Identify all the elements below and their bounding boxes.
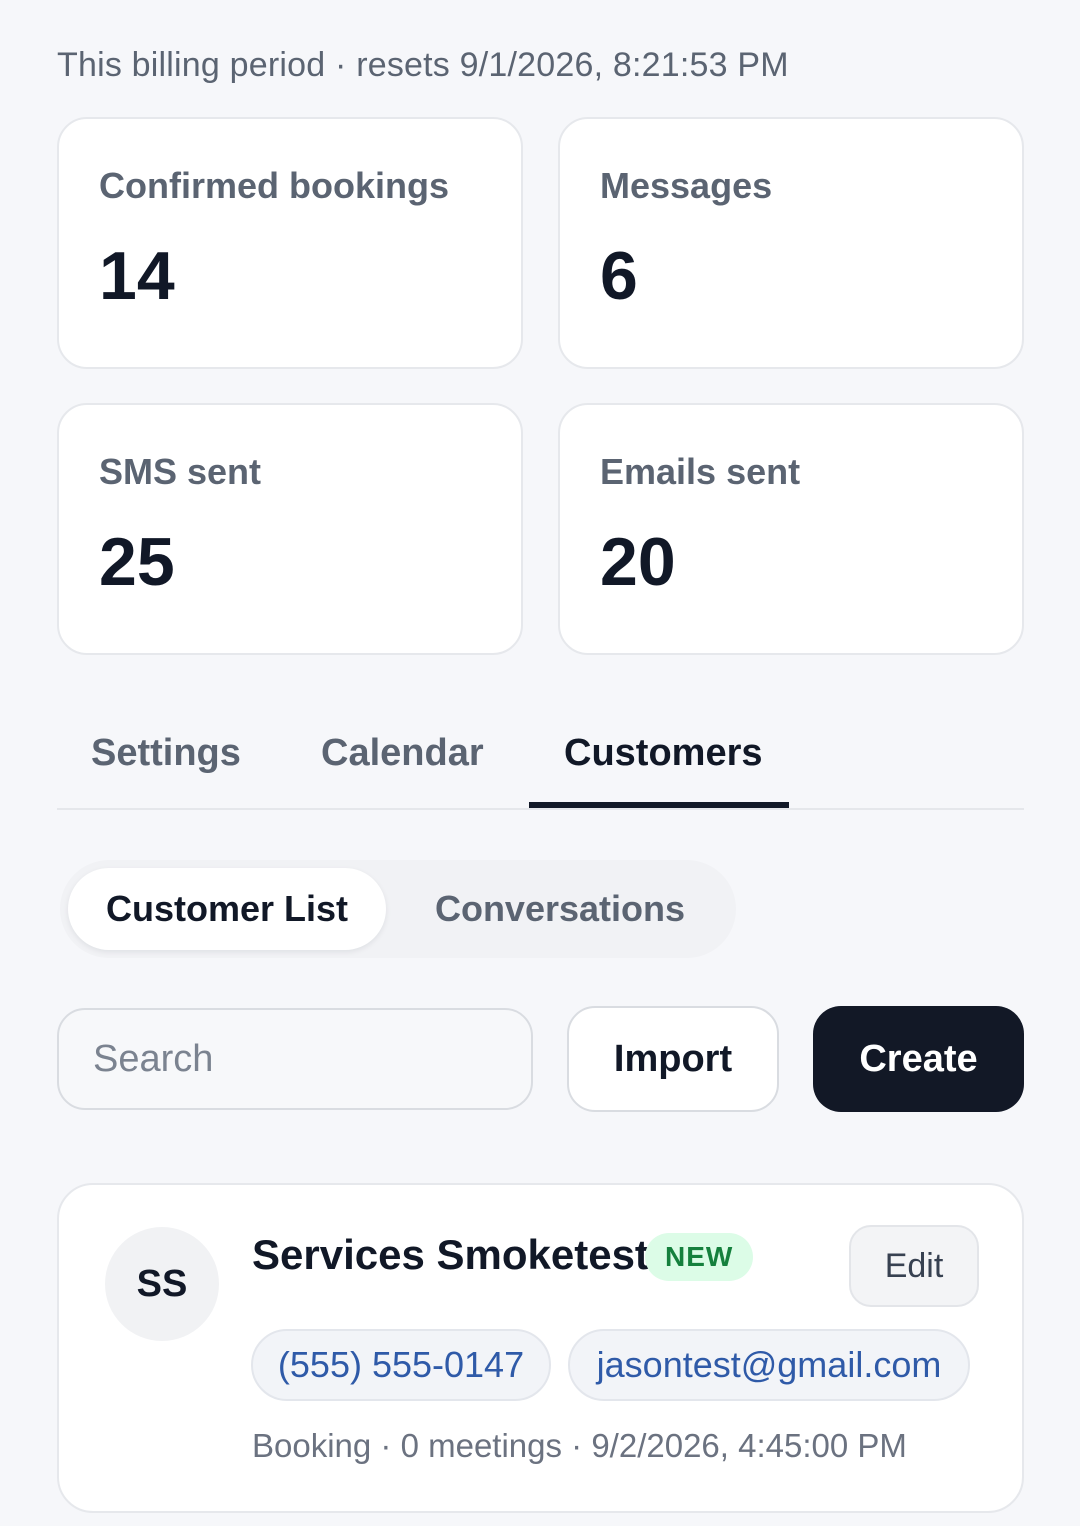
dashboard-page: This billing period · resets 9/1/2026, 8… <box>0 0 1080 1526</box>
stat-value: 14 <box>99 238 175 314</box>
active-tab-indicator <box>529 802 789 808</box>
edit-button[interactable]: Edit <box>849 1225 979 1307</box>
stat-card-confirmed-bookings: Confirmed bookings 14 <box>57 117 523 369</box>
billing-period-text: This billing period · resets 9/1/2026, 8… <box>57 46 789 84</box>
stat-label: SMS sent <box>99 451 262 492</box>
avatar: SS <box>105 1227 219 1341</box>
stat-label: Confirmed bookings <box>99 165 449 206</box>
create-button[interactable]: Create <box>813 1006 1024 1112</box>
tab-calendar[interactable]: Calendar <box>321 732 484 775</box>
customer-subtabs: Customer List Conversations <box>60 860 736 958</box>
stat-label: Messages <box>600 165 773 206</box>
subtab-customer-list[interactable]: Customer List <box>68 868 386 950</box>
customer-card: SS Services Smoketest NEW Edit (555) 555… <box>57 1183 1024 1513</box>
phone-link[interactable]: (555) 555-0147 <box>251 1329 551 1401</box>
stat-value: 6 <box>600 238 638 314</box>
stat-value: 25 <box>99 524 175 600</box>
stat-value: 20 <box>600 524 676 600</box>
search-input[interactable] <box>57 1008 533 1110</box>
import-button[interactable]: Import <box>567 1006 779 1112</box>
subtab-conversations[interactable]: Conversations <box>414 868 706 950</box>
main-tabs: Settings Calendar Customers <box>57 706 1024 810</box>
customer-meta: Booking · 0 meetings · 9/2/2026, 4:45:00… <box>252 1427 907 1464</box>
tab-customers[interactable]: Customers <box>564 732 763 775</box>
status-badge: NEW <box>645 1233 754 1281</box>
tab-settings[interactable]: Settings <box>91 732 241 775</box>
stat-card-emails-sent: Emails sent 20 <box>558 403 1024 655</box>
stat-card-sms-sent: SMS sent 25 <box>57 403 523 655</box>
stat-card-messages: Messages 6 <box>558 117 1024 369</box>
stat-label: Emails sent <box>600 451 801 492</box>
email-link[interactable]: jasontest@gmail.com <box>568 1329 970 1401</box>
customer-name: Services Smoketest <box>252 1231 649 1278</box>
